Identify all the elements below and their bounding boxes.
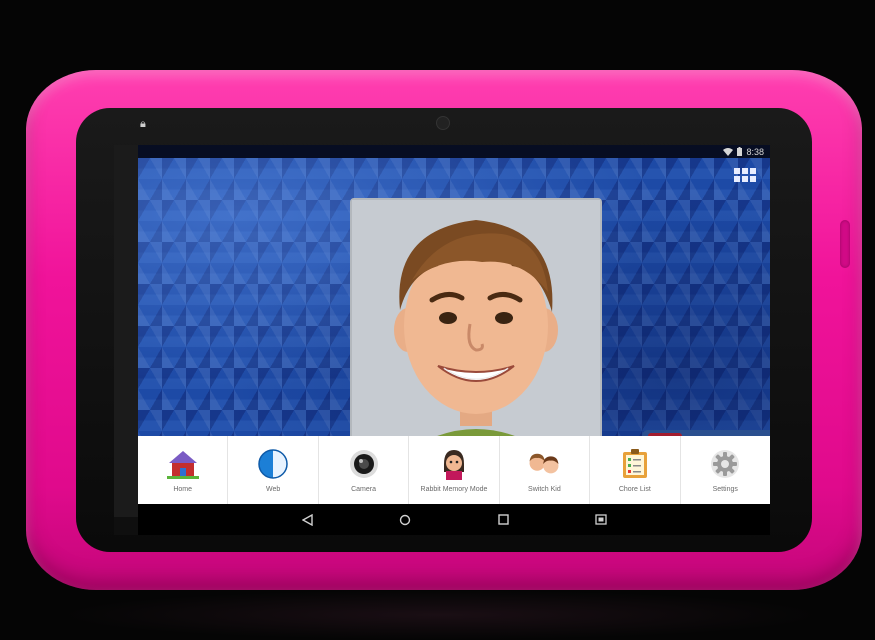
lock-icon: 🔒︎	[140, 117, 146, 130]
settings-icon	[708, 447, 742, 481]
dock-item-chore-list[interactable]: Chore List	[590, 436, 681, 504]
web-icon	[256, 447, 290, 481]
battery-icon	[737, 147, 743, 156]
dock-label-settings: Settings	[712, 486, 738, 493]
recents-icon[interactable]	[493, 510, 513, 530]
tablet-screen: 8:38 Home Web Camera Rabbit Memory Mode …	[114, 145, 770, 535]
status-time: 8:38	[746, 146, 764, 157]
table-reflection	[60, 590, 820, 640]
home-nav-icon[interactable]	[395, 510, 415, 530]
dock-item-settings[interactable]: Settings	[681, 436, 770, 504]
dock-item-home[interactable]: Home	[138, 436, 229, 504]
wifi-icon	[723, 147, 734, 156]
app-grid-icon[interactable]	[734, 168, 756, 182]
app-dock: Home Web Camera Rabbit Memory Mode Switc…	[138, 436, 770, 504]
screen-edge	[114, 145, 138, 517]
dock-label-memory-mode: Rabbit Memory Mode	[420, 486, 488, 493]
dock-item-camera[interactable]: Camera	[319, 436, 410, 504]
dock-label-web: Web	[265, 486, 281, 493]
status-bar: 8:38	[138, 145, 770, 158]
dock-label-switch-kid: Switch Kid	[528, 486, 561, 493]
kid-avatar-image	[352, 200, 600, 436]
volume-button[interactable]	[840, 220, 850, 268]
back-icon[interactable]	[297, 510, 317, 530]
switch-kid-icon	[527, 447, 561, 481]
home-icon	[166, 447, 200, 481]
dock-label-camera: Camera	[351, 486, 376, 493]
wallpaper	[138, 158, 770, 436]
memory-mode-icon	[437, 447, 471, 481]
dock-item-web[interactable]: Web	[228, 436, 319, 504]
navigation-bar	[138, 504, 770, 535]
dock-label-home: Home	[173, 486, 193, 493]
front-camera-icon	[436, 116, 450, 130]
screenshot-icon[interactable]	[591, 510, 611, 530]
dock-label-chore-list: Chore List	[618, 486, 651, 493]
chore-list-icon	[618, 447, 652, 481]
kid-avatar-card[interactable]	[350, 198, 602, 436]
dock-item-switch-kid[interactable]: Switch Kid	[500, 436, 591, 504]
dock-item-memory-mode[interactable]: Rabbit Memory Mode	[409, 436, 500, 504]
camera-icon	[347, 447, 381, 481]
